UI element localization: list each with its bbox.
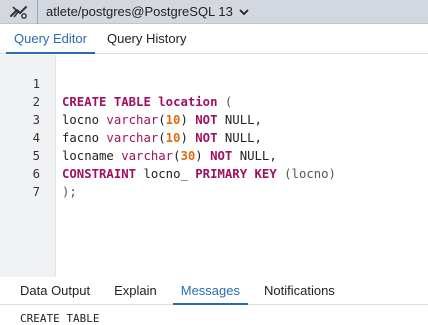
tab-query-editor[interactable]: Query Editor — [6, 31, 95, 54]
messages-output-text: CREATE TABLE — [20, 312, 100, 325]
output-tab-bar: Data Output Explain Messages Notificatio… — [0, 277, 428, 305]
tab-notifications[interactable]: Notifications — [256, 283, 343, 304]
code-text: ); — [62, 185, 77, 199]
line-number: 7 — [32, 185, 40, 199]
sql-editor[interactable]: 1 CREATE TABLE location ( 2 locno varcha… — [0, 55, 428, 277]
editor-tab-bar: Query Editor Query History — [0, 24, 428, 54]
code-line: 7 — [0, 165, 428, 199]
code-line: 4 locname varchar(30) NOT NULL, — [0, 111, 428, 163]
code-line: 1 CREATE TABLE location ( — [0, 57, 428, 109]
server-connection-icon[interactable] — [0, 0, 38, 24]
connection-bar: atlete/postgres@PostgreSQL 13 — [0, 0, 428, 24]
code-line: 6 ); — [0, 147, 428, 199]
tab-query-history[interactable]: Query History — [99, 31, 194, 53]
tab-explain[interactable]: Explain — [106, 283, 165, 304]
connection-selector[interactable]: atlete/postgres@PostgreSQL 13 — [38, 4, 249, 19]
code-line: 5 CONSTRAINT locno_ PRIMARY KEY (locno) — [0, 129, 428, 181]
chevron-down-icon — [239, 8, 249, 16]
tab-data-output[interactable]: Data Output — [12, 283, 98, 304]
code-line: 2 locno varchar(10) NOT NULL, — [0, 75, 428, 127]
connection-label: atlete/postgres@PostgreSQL 13 — [46, 4, 233, 19]
tab-messages[interactable]: Messages — [172, 283, 249, 305]
code-line: 3 facno varchar(10) NOT NULL, — [0, 93, 428, 145]
